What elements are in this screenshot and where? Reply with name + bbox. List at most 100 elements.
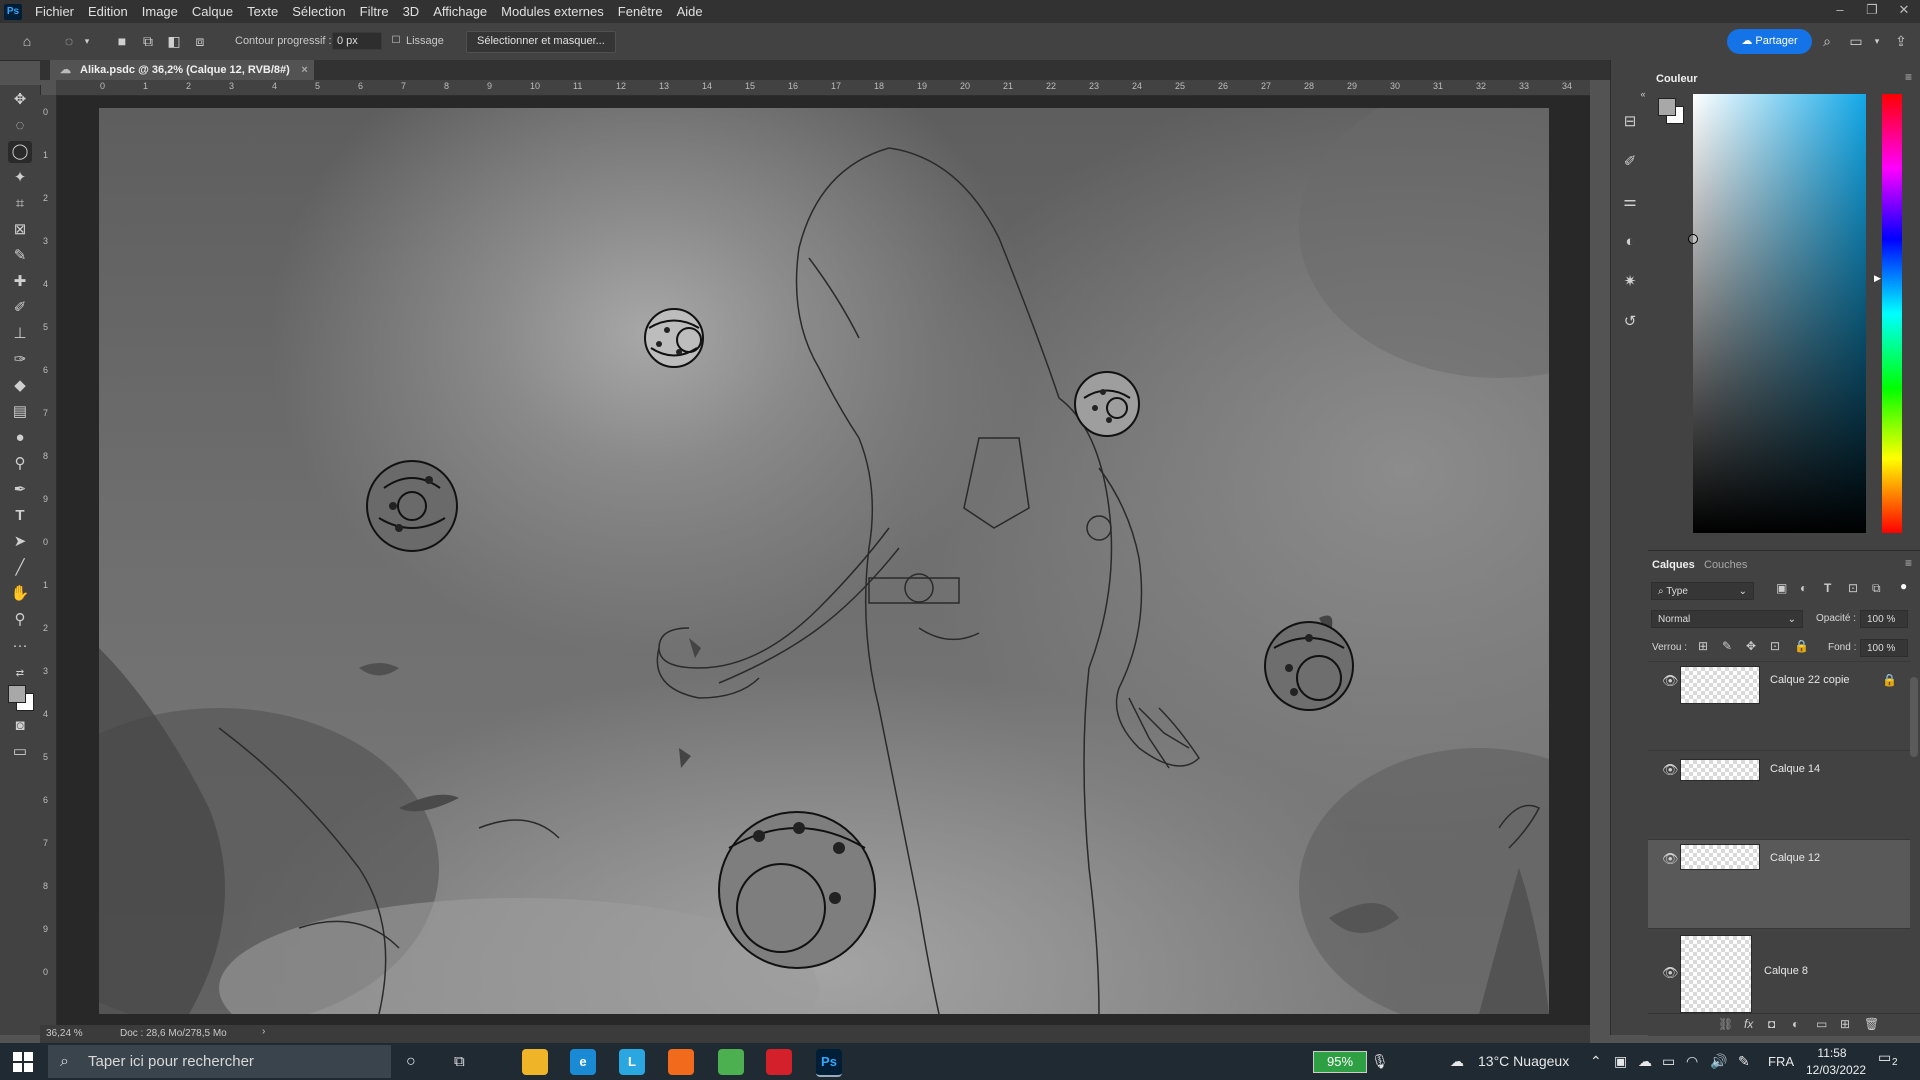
home-icon[interactable]: ⌂: [18, 32, 36, 50]
add-mask-icon[interactable]: ◘: [1768, 1017, 1775, 1031]
swap-colors-icon[interactable]: ⇄: [8, 663, 32, 685]
stamp-tool-icon[interactable]: ⊥: [8, 323, 32, 345]
search-icon[interactable]: ⌕: [1818, 32, 1836, 50]
color-panel-title[interactable]: Couleur: [1656, 73, 1698, 85]
filter-shape-icon[interactable]: ⊡: [1848, 581, 1858, 595]
filter-toggle-icon[interactable]: ●: [1900, 579, 1907, 593]
brush-tool-icon[interactable]: ✐: [8, 297, 32, 319]
pen-icon[interactable]: ✎: [1738, 1043, 1750, 1080]
healing-brush-tool-icon[interactable]: ✚: [8, 271, 32, 293]
path-selection-tool-icon[interactable]: ➤: [8, 531, 32, 553]
cortana-icon[interactable]: ○: [406, 1043, 416, 1080]
new-layer-icon[interactable]: ⊞: [1840, 1017, 1850, 1031]
select-and-mask-button[interactable]: Sélectionner et masquer...: [466, 31, 616, 53]
history-brush-tool-icon[interactable]: ✑: [8, 349, 32, 371]
actions-icon[interactable]: ✷: [1620, 272, 1640, 292]
battery-icon[interactable]: ▭: [1662, 1043, 1675, 1080]
zoom-tool-icon[interactable]: ⚲: [8, 609, 32, 631]
menu-image[interactable]: Image: [135, 0, 185, 23]
chevron-down-icon[interactable]: ▾: [1868, 32, 1886, 50]
layer-row-calque-12[interactable]: 👁 Calque 12: [1648, 839, 1910, 928]
blur-tool-icon[interactable]: ●: [8, 427, 32, 449]
language-indicator[interactable]: FRA: [1768, 1043, 1794, 1080]
intersect-selection-icon[interactable]: ⧈: [191, 32, 209, 50]
minimize-icon[interactable]: –: [1824, 0, 1856, 23]
opacity-input[interactable]: 100 %: [1860, 610, 1908, 628]
lock-position-icon[interactable]: ✥: [1746, 639, 1756, 653]
taskbar-edge-icon[interactable]: e: [570, 1049, 596, 1075]
visibility-eye-icon[interactable]: 👁: [1662, 673, 1679, 689]
menu-fichier[interactable]: Fichier: [28, 0, 81, 23]
lock-pixels-icon[interactable]: ✎: [1722, 639, 1732, 653]
filter-smart-object-icon[interactable]: ⧉: [1872, 581, 1881, 596]
new-selection-icon[interactable]: ■: [113, 32, 131, 50]
hue-slider[interactable]: [1882, 94, 1902, 533]
foreground-color-swatch[interactable]: [8, 685, 26, 703]
move-tool-icon[interactable]: ✥: [8, 89, 32, 111]
lock-transparent-icon[interactable]: ⊞: [1698, 639, 1708, 653]
eyedropper-tool-icon[interactable]: ✎: [8, 245, 32, 267]
layer-row-calque-8[interactable]: 👁 Calque 8: [1648, 928, 1910, 1013]
hue-slider-arrow-icon[interactable]: ▶: [1874, 273, 1881, 284]
hand-tool-icon[interactable]: ✋: [8, 583, 32, 605]
dodge-tool-icon[interactable]: ⚲: [8, 453, 32, 475]
subtract-selection-icon[interactable]: ◧: [165, 32, 183, 50]
lasso-preset-icon[interactable]: ◌: [60, 32, 78, 50]
menu-aide[interactable]: Aide: [670, 0, 710, 23]
gradient-tool-icon[interactable]: ▤: [8, 401, 32, 423]
chevron-down-icon[interactable]: ▾: [78, 32, 96, 50]
link-layers-icon[interactable]: ⛓: [1718, 1017, 1733, 1031]
menu-3d[interactable]: 3D: [396, 0, 427, 23]
brush-settings-icon[interactable]: ✐: [1620, 152, 1640, 172]
visibility-eye-icon[interactable]: 👁: [1662, 965, 1679, 981]
taskbar-acrobat-icon[interactable]: [766, 1049, 792, 1075]
filter-adjust-icon[interactable]: ◐: [1800, 581, 1807, 595]
line-tool-icon[interactable]: ╱: [8, 557, 32, 579]
layer-name[interactable]: Calque 14: [1770, 763, 1820, 775]
crop-tool-icon[interactable]: ⌗: [8, 193, 32, 215]
tab-layers[interactable]: Calques: [1652, 559, 1695, 571]
network-icon[interactable]: ◠: [1686, 1043, 1698, 1080]
layer-row-calque-22-copie[interactable]: 👁 Calque 22 copie 🔒: [1648, 661, 1910, 750]
volume-icon[interactable]: 🔊: [1710, 1043, 1727, 1080]
document-tab[interactable]: ☁ Alika.psdc @ 36,2% (Calque 12, RVB/8#)…: [50, 60, 314, 80]
eraser-tool-icon[interactable]: ◆: [8, 375, 32, 397]
layers-scrollbar[interactable]: [1910, 677, 1918, 757]
lock-artboard-icon[interactable]: ⊡: [1770, 639, 1780, 653]
layer-filter-select[interactable]: ⌕ Type ⌄: [1651, 582, 1754, 600]
weather-cloud-icon[interactable]: ☁: [1450, 1043, 1464, 1080]
history-icon[interactable]: ↺: [1620, 312, 1640, 332]
layer-row-calque-14[interactable]: 👁 Calque 14: [1648, 750, 1910, 839]
close-icon[interactable]: ✕: [1888, 0, 1920, 23]
layer-name[interactable]: Calque 8: [1764, 965, 1808, 977]
share-button[interactable]: ☁ Partager: [1727, 29, 1812, 54]
visibility-eye-icon[interactable]: 👁: [1662, 851, 1679, 867]
menu-fenetre[interactable]: Fenêtre: [611, 0, 670, 23]
taskbar-app-orange-icon[interactable]: [668, 1049, 694, 1075]
close-tab-icon[interactable]: ×: [301, 60, 307, 80]
menu-modules-externes[interactable]: Modules externes: [494, 0, 611, 23]
task-view-icon[interactable]: ⧉: [454, 1043, 465, 1080]
add-selection-icon[interactable]: ⧉: [139, 32, 157, 50]
restore-icon[interactable]: ❐: [1856, 0, 1888, 23]
feather-input[interactable]: [332, 32, 382, 50]
weather-text[interactable]: 13°C Nuageux: [1478, 1043, 1569, 1080]
chevron-up-icon[interactable]: ⌃: [1590, 1043, 1602, 1080]
menu-selection[interactable]: Sélection: [285, 0, 352, 23]
lasso-tool-icon[interactable]: ◯: [8, 141, 32, 163]
notifications-icon[interactable]: ▭ 2: [1878, 1049, 1902, 1073]
canvas-area[interactable]: [57, 96, 1590, 1030]
foreground-color-swatch[interactable]: [1658, 98, 1676, 116]
blend-mode-select[interactable]: Normal ⌄: [1651, 610, 1803, 628]
layer-name[interactable]: Calque 22 copie: [1770, 674, 1850, 686]
taskbar-file-explorer-icon[interactable]: [522, 1049, 548, 1075]
windows-start-icon[interactable]: [12, 1051, 34, 1073]
export-icon[interactable]: ⇪: [1892, 32, 1910, 50]
document-canvas[interactable]: [99, 108, 1549, 1014]
magic-wand-tool-icon[interactable]: ✦: [8, 167, 32, 189]
adjustment-layer-icon[interactable]: ◐: [1792, 1017, 1799, 1031]
taskbar-photoshop-icon[interactable]: Ps: [816, 1049, 842, 1077]
menu-edition[interactable]: Edition: [81, 0, 135, 23]
screen-mode-icon[interactable]: ▭: [8, 741, 32, 763]
styles-icon[interactable]: ◐: [1620, 232, 1640, 252]
